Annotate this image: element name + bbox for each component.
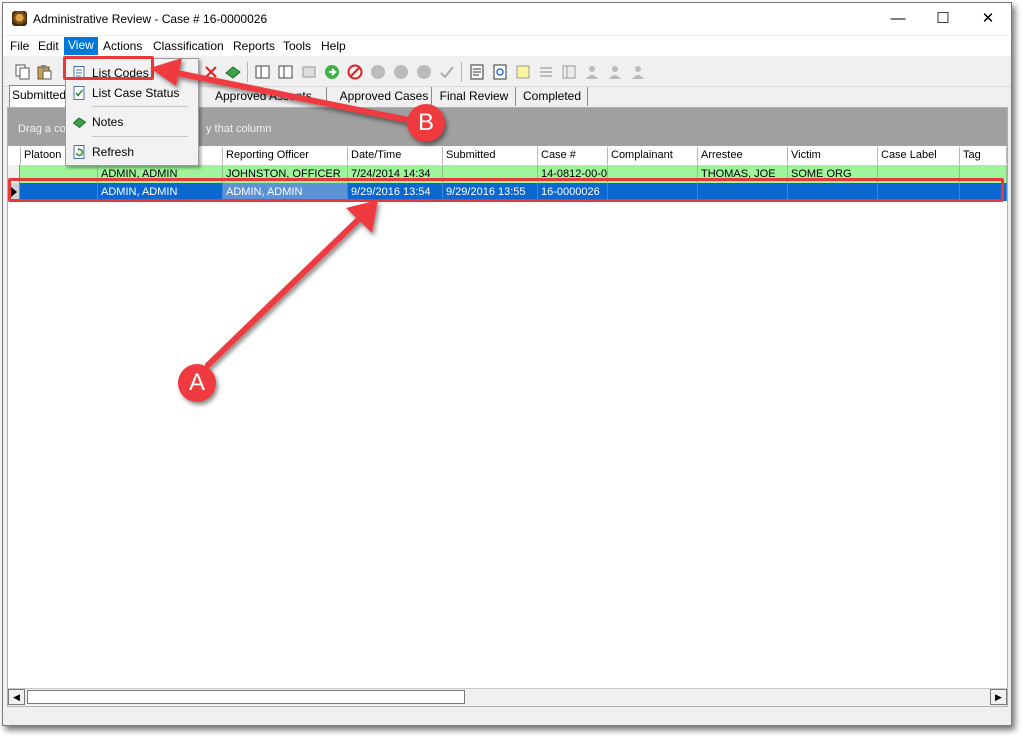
arrow-b <box>150 58 411 123</box>
annotation-badge-b: B <box>407 104 445 142</box>
annotation-badge-a: A <box>178 364 216 402</box>
arrow-a <box>205 200 378 368</box>
annotation-arrows <box>150 58 411 368</box>
